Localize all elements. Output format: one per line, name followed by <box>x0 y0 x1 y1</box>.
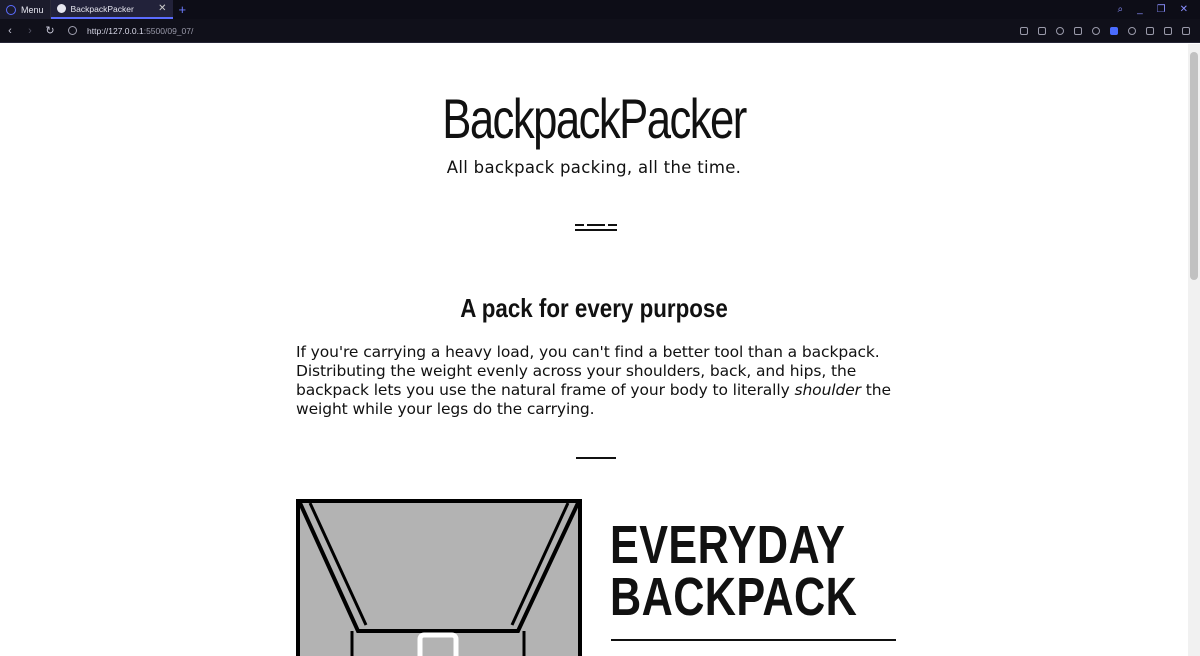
tab-favicon-icon <box>56 4 66 13</box>
product-rule <box>611 639 896 641</box>
window-controls: ⌕ _ ❐ ✕ <box>1117 0 1200 19</box>
url-text[interactable]: http://127.0.0.1:5500/09_07/ <box>87 26 193 36</box>
site-title: BackpackPacker <box>442 87 747 150</box>
close-window-icon[interactable]: ✕ <box>1180 4 1188 15</box>
restore-icon[interactable]: ❐ <box>1157 4 1166 15</box>
backpack-illustration <box>296 499 582 656</box>
emphasis-word: shoulder <box>794 381 861 399</box>
back-arrow-icon[interactable]: ‹ <box>0 25 20 37</box>
reload-icon[interactable]: ↻ <box>40 24 60 37</box>
tab-active[interactable]: BackpackPacker ✕ <box>50 0 173 19</box>
menu-lines-icon[interactable] <box>1182 26 1190 35</box>
shield-extension-icon[interactable] <box>1110 26 1118 35</box>
address-bar: ‹ › ↻ http://127.0.0.1:5500/09_07/ <box>0 19 1200 43</box>
ornament-divider <box>575 224 617 232</box>
toolbar-icons <box>1020 26 1200 35</box>
scrollbar-thumb[interactable] <box>1190 52 1198 280</box>
minimize-icon[interactable]: _ <box>1137 4 1143 15</box>
share-icon[interactable] <box>1020 26 1028 35</box>
cube-icon[interactable] <box>1146 26 1154 35</box>
send-icon[interactable] <box>1074 26 1082 35</box>
new-tab-button[interactable]: + <box>173 0 193 19</box>
menu-label: Menu <box>21 4 44 15</box>
section-title: A pack for every purpose <box>460 293 728 323</box>
tab-title: BackpackPacker <box>70 3 134 14</box>
tab-close-icon[interactable]: ✕ <box>158 3 166 14</box>
camera-icon[interactable] <box>1038 26 1046 35</box>
url-field[interactable]: http://127.0.0.1:5500/09_07/ <box>68 26 193 36</box>
intro-paragraph: If you're carrying a heavy load, you can… <box>296 343 891 418</box>
heart-icon[interactable] <box>1092 26 1100 35</box>
page-viewport: BackpackPacker All backpack packing, all… <box>0 44 1188 656</box>
section-divider <box>576 457 616 459</box>
block-icon[interactable] <box>1056 26 1064 35</box>
product-title: EVERYDAY BACKPACK <box>610 515 858 627</box>
globe-icon[interactable] <box>68 26 77 35</box>
browser-menu-button[interactable]: Menu <box>0 0 51 19</box>
tab-bar: Menu BackpackPacker ✕ + ⌕ _ ❐ ✕ <box>0 0 1200 19</box>
search-icon[interactable]: ⌕ <box>1117 4 1123 15</box>
forward-arrow-icon[interactable]: › <box>20 25 40 37</box>
download-icon[interactable] <box>1164 26 1172 35</box>
browser-logo-icon <box>6 4 16 15</box>
settings-extension-icon[interactable] <box>1128 26 1136 35</box>
vertical-scrollbar[interactable] <box>1188 44 1200 656</box>
tagline: All backpack packing, all the time. <box>446 158 742 177</box>
